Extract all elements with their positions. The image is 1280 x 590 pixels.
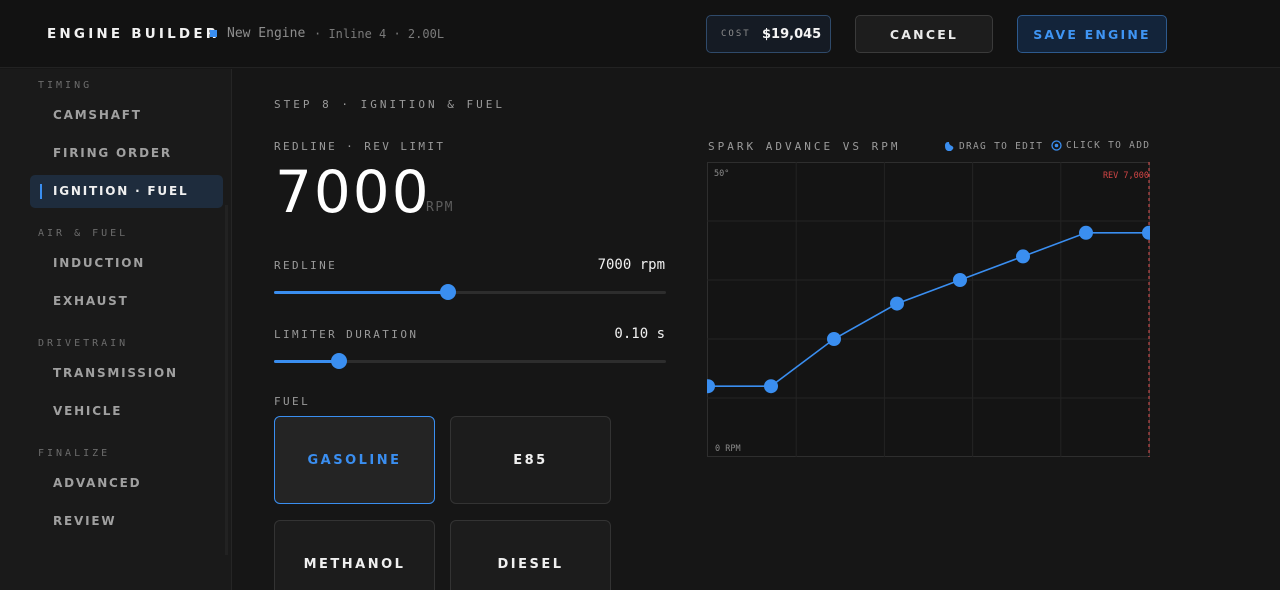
sidebar: TIMING CAMSHAFT FIRING ORDER IGNITION · … [0, 69, 232, 590]
sidebar-group-timing: TIMING [38, 80, 93, 91]
limiter-duration-slider[interactable] [274, 353, 666, 369]
add-point-icon [1051, 140, 1062, 151]
limiter-slider-value: 0.10 s [614, 326, 665, 342]
sidebar-group-finalize: FINALIZE [38, 448, 111, 459]
sidebar-item-label: CAMSHAFT [53, 108, 142, 122]
sidebar-scrollbar[interactable] [225, 205, 228, 555]
sidebar-item-label: VEHICLE [53, 404, 123, 418]
spark-point-4[interactable] [953, 273, 967, 287]
redline-slider-value: 7000 rpm [597, 257, 665, 273]
fuel-option-e85[interactable]: E85 [450, 416, 611, 504]
spark-point-6[interactable] [1079, 225, 1093, 240]
cost-value: $19,045 [762, 27, 822, 42]
spark-advance-chart[interactable]: 50° 0 RPM REV 7,000 [707, 162, 1150, 457]
drag-hint: DRAG TO EDIT [943, 140, 1043, 152]
chart-frame [707, 162, 1150, 457]
rpm-unit: RPM [426, 200, 454, 215]
cancel-button[interactable]: CANCEL [855, 15, 993, 53]
sidebar-item-camshaft[interactable]: CAMSHAFT [30, 99, 223, 132]
fuel-label: FUEL [274, 395, 311, 408]
limiter-slider-thumb[interactable] [331, 353, 348, 369]
drag-hint-label: DRAG TO EDIT [959, 140, 1044, 152]
sidebar-item-advanced[interactable]: ADVANCED [30, 467, 223, 500]
cost-label: COST [721, 29, 751, 39]
engine-name: New Engine [227, 26, 306, 41]
engine-spec: · Inline 4 · 2.00L [314, 27, 445, 41]
top-bar: ENGINE BUILDER New Engine · Inline 4 · 2… [0, 0, 1280, 68]
spark-point-1[interactable] [764, 379, 778, 394]
sidebar-item-label: ADVANCED [53, 476, 142, 490]
redline-rpm-value: 7000 [275, 158, 431, 226]
redline-slider-fill [274, 291, 449, 294]
spark-point-3[interactable] [890, 296, 904, 311]
redline-slider-thumb[interactable] [440, 284, 457, 300]
sidebar-group-air-fuel: AIR & FUEL [38, 228, 129, 239]
sidebar-item-vehicle[interactable]: VEHICLE [30, 395, 223, 428]
sidebar-item-label: REVIEW [53, 514, 117, 528]
sidebar-item-ignition-fuel[interactable]: IGNITION · FUEL [30, 175, 223, 208]
sidebar-item-exhaust[interactable]: EXHAUST [30, 285, 223, 318]
status-square-icon [210, 30, 217, 37]
active-indicator [40, 184, 42, 199]
chart-title: SPARK ADVANCE VS RPM [708, 140, 901, 153]
sidebar-group-drivetrain: DRIVETRAIN [38, 338, 129, 349]
rev-limit-label: REV 7,000 [1103, 171, 1149, 181]
app-title: ENGINE BUILDER [47, 26, 220, 42]
sidebar-item-induction[interactable]: INDUCTION [30, 247, 223, 280]
cost-display: COST $19,045 [706, 15, 831, 53]
y-max-label: 50° [714, 169, 729, 179]
sidebar-item-firing-order[interactable]: FIRING ORDER [30, 137, 223, 170]
sidebar-item-label: EXHAUST [53, 294, 129, 308]
add-hint: CLICK TO ADD [1051, 140, 1150, 151]
step-title: STEP 8 · IGNITION & FUEL [274, 98, 505, 111]
limiter-slider-label: LIMITER DURATION [274, 328, 419, 341]
sidebar-item-label: INDUCTION [53, 256, 146, 270]
fuel-option-gasoline[interactable]: GASOLINE [274, 416, 435, 504]
sidebar-item-label: TRANSMISSION [53, 366, 178, 380]
redline-slider-label: REDLINE [274, 259, 338, 272]
sidebar-item-label: FIRING ORDER [53, 146, 172, 160]
redline-slider[interactable] [274, 284, 666, 300]
spark-point-2[interactable] [827, 332, 841, 346]
sidebar-item-transmission[interactable]: TRANSMISSION [30, 357, 223, 390]
x-min-label: 0 RPM [715, 444, 741, 454]
spark-point-5[interactable] [1016, 249, 1030, 264]
limiter-slider-fill [274, 360, 340, 363]
drag-hand-icon [945, 142, 954, 151]
sidebar-item-review[interactable]: REVIEW [30, 505, 223, 538]
sidebar-item-label: IGNITION · FUEL [53, 184, 189, 198]
save-engine-button[interactable]: SAVE ENGINE [1017, 15, 1167, 53]
add-hint-label: CLICK TO ADD [1066, 140, 1151, 151]
fuel-option-methanol[interactable]: METHANOL [274, 520, 435, 590]
fuel-option-diesel[interactable]: DIESEL [450, 520, 611, 590]
redline-section-label: REDLINE · REV LIMIT [274, 140, 446, 153]
